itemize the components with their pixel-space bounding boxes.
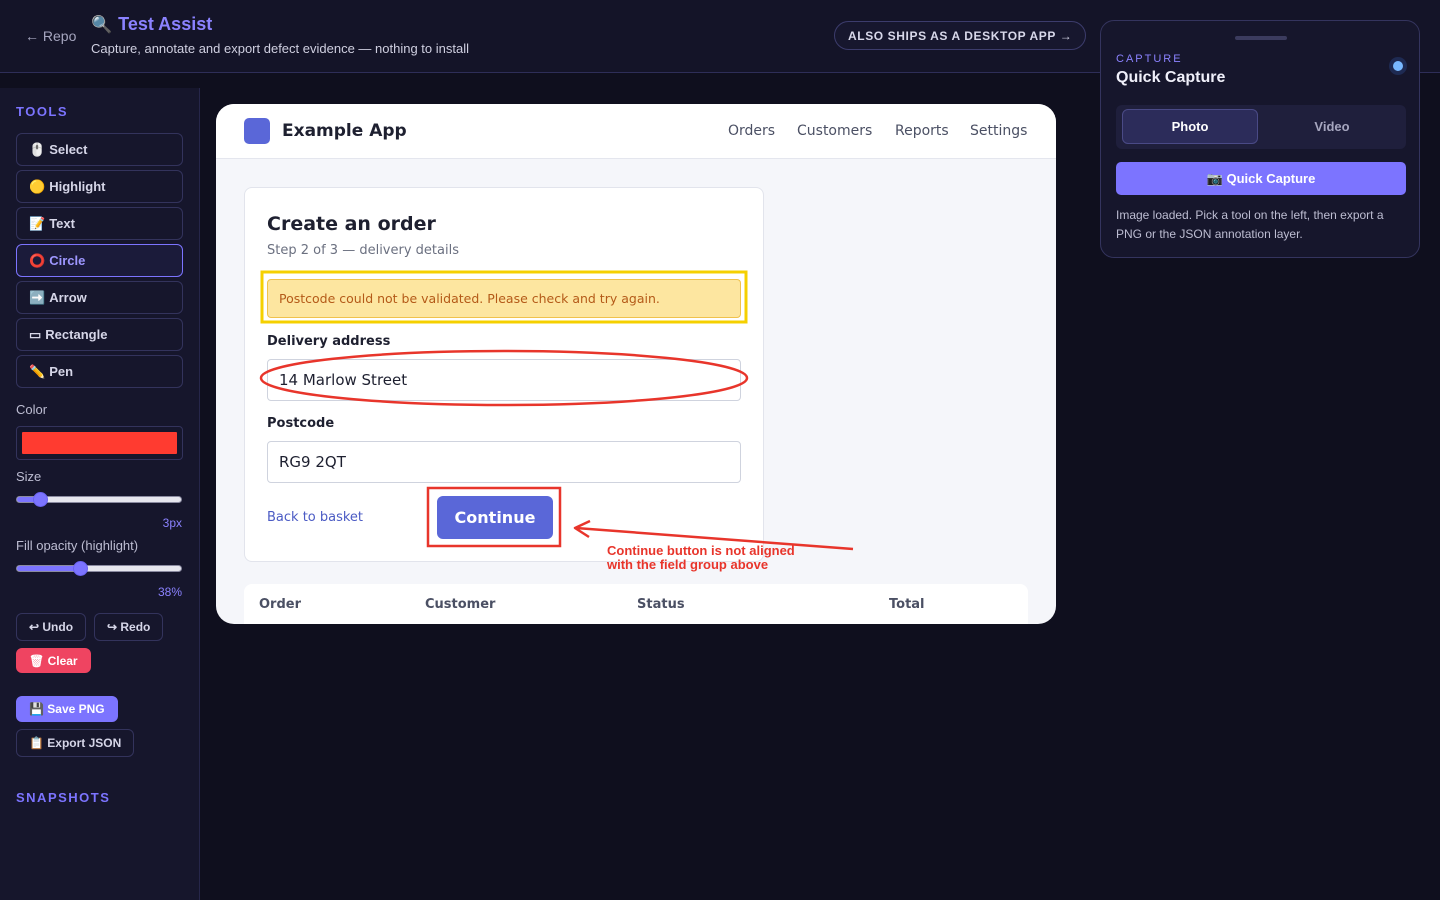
form-title: Create an order (267, 213, 436, 235)
nav-customers[interactable]: Customers (797, 123, 872, 139)
rectangle-icon: ▭ (29, 326, 42, 342)
nav-reports[interactable]: Reports (895, 123, 949, 139)
color-label: Color (16, 402, 48, 417)
circle-icon: ⭕ (29, 252, 46, 268)
save-png-button[interactable]: 💾 Save PNG (16, 696, 118, 722)
capture-mode-toggle: Photo Video (1116, 105, 1406, 149)
tool-circle-button[interactable]: ⭕ Circle (16, 244, 183, 277)
size-value: 3px (162, 516, 182, 530)
address-input[interactable]: 14 Marlow Street (267, 359, 741, 401)
redo-button[interactable]: ↪ Redo (94, 613, 164, 641)
tool-rectangle-button[interactable]: ▭ Rectangle (16, 318, 183, 351)
undo-button[interactable]: ↩ Undo (16, 613, 87, 641)
validation-alert: Postcode could not be validated. Please … (267, 279, 741, 318)
color-swatch (22, 432, 177, 454)
tool-label: Circle (49, 253, 86, 268)
nav-orders[interactable]: Orders (728, 123, 775, 139)
panel-drag-handle[interactable] (1235, 36, 1287, 40)
mode-video-button[interactable]: Video (1264, 109, 1400, 144)
column-total: Total (889, 597, 925, 612)
panel-title: Quick Capture (1116, 69, 1226, 86)
magnifier-icon: 🔍 (91, 14, 113, 34)
postcode-label: Postcode (267, 416, 335, 431)
annotation-note-line: Continue button is not aligned (607, 543, 795, 558)
example-app-logo (244, 118, 270, 144)
app-subtitle: Capture, annotate and export defect evid… (91, 41, 469, 56)
snapshots-heading: SNAPSHOTS (16, 790, 111, 805)
size-label: Size (16, 469, 42, 484)
arrow-right-icon: ➡️ (29, 289, 46, 305)
back-to-repo-link[interactable]: ← Repo (25, 28, 76, 44)
pencil-icon: ✏️ (29, 363, 46, 379)
tool-text-button[interactable]: 📝 Text (16, 207, 183, 240)
opacity-slider-knob[interactable] (73, 561, 89, 576)
example-app-header: Example App Orders Customers Reports Set… (216, 104, 1056, 159)
yellow-circle-icon: 🟡 (29, 178, 46, 194)
annotation-note-line: with the field group above (607, 557, 769, 572)
app-title-text: Test Assist (118, 14, 213, 34)
status-indicator-icon (1389, 57, 1407, 75)
mode-photo-button[interactable]: Photo (1122, 109, 1258, 144)
tool-highlight-button[interactable]: 🟡 Highlight (16, 170, 183, 203)
column-customer: Customer (425, 597, 496, 612)
tool-pen-button[interactable]: ✏️ Pen (16, 355, 183, 388)
tool-label: Select (49, 142, 88, 157)
back-to-basket-link[interactable]: Back to basket (267, 510, 363, 525)
example-app-name: Example App (282, 121, 407, 141)
quick-capture-button[interactable]: 📷 Quick Capture (1116, 162, 1406, 195)
app-title: 🔍 Test Assist (91, 14, 212, 35)
tools-sidebar: TOOLS 🖱️ Select 🟡 Highlight 📝 Text ⭕ Cir… (0, 88, 200, 900)
opacity-slider-fill (17, 566, 81, 571)
annotation-note[interactable]: Continue button is not aligned with the … (607, 544, 837, 572)
opacity-value: 38% (157, 585, 182, 599)
size-slider-knob[interactable] (33, 492, 49, 507)
nav-settings[interactable]: Settings (970, 123, 1027, 139)
tool-label: Pen (49, 364, 74, 379)
opacity-label: Fill opacity (highlight) (16, 538, 139, 553)
size-slider[interactable] (16, 492, 182, 507)
opacity-slider[interactable] (16, 561, 182, 576)
export-json-button[interactable]: 📋 Export JSON (16, 729, 135, 757)
tool-select-button[interactable]: 🖱️ Select (16, 133, 183, 166)
continue-button[interactable]: Continue (437, 496, 553, 539)
panel-eyebrow: CAPTURE (1116, 53, 1183, 65)
tool-arrow-button[interactable]: ➡️ Arrow (16, 281, 183, 314)
create-order-form: Create an order Step 2 of 3 — delivery d… (244, 187, 764, 562)
address-label: Delivery address (267, 334, 391, 349)
tool-label: Rectangle (45, 327, 108, 342)
tool-label: Highlight (49, 179, 106, 194)
orders-table-header: Order Customer Status Total (244, 584, 1028, 624)
status-message: Image loaded. Pick a tool on the left, t… (1116, 208, 1384, 241)
tools-heading: TOOLS (16, 104, 69, 119)
color-picker[interactable] (16, 426, 183, 460)
desktop-app-badge[interactable]: ALSO SHIPS AS A DESKTOP APP → (834, 21, 1087, 50)
tool-label: Text (49, 216, 75, 231)
column-status: Status (637, 597, 685, 612)
column-order: Order (259, 597, 301, 612)
form-step: Step 2 of 3 — delivery details (267, 243, 459, 258)
mouse-icon: 🖱️ (29, 141, 46, 157)
quick-capture-panel: CAPTURE Quick Capture Photo Video 📷 Quic… (1100, 20, 1420, 258)
clear-button[interactable]: 🗑 Clear (16, 648, 91, 673)
postcode-input[interactable]: RG9 2QT (267, 441, 741, 483)
memo-icon: 📝 (29, 215, 46, 231)
tool-label: Arrow (49, 290, 87, 305)
